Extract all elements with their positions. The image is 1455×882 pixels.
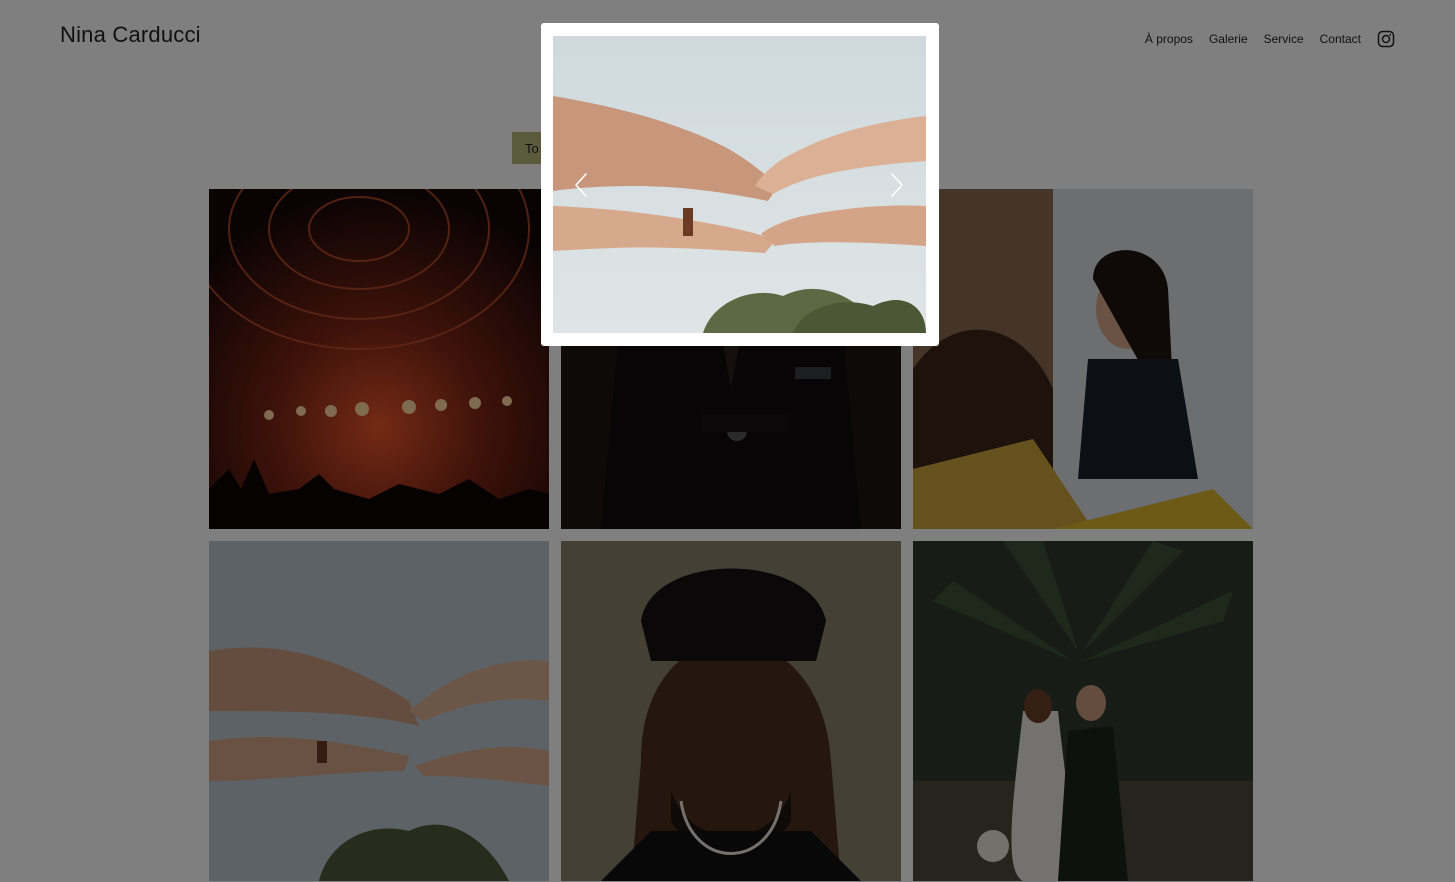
chevron-right-icon [891, 173, 903, 197]
chevron-left-icon [575, 173, 587, 197]
lightbox-prev-button[interactable] [572, 171, 590, 199]
lightbox-modal [541, 23, 939, 346]
lightbox-next-button[interactable] [888, 171, 906, 199]
lightbox-image [553, 36, 926, 333]
